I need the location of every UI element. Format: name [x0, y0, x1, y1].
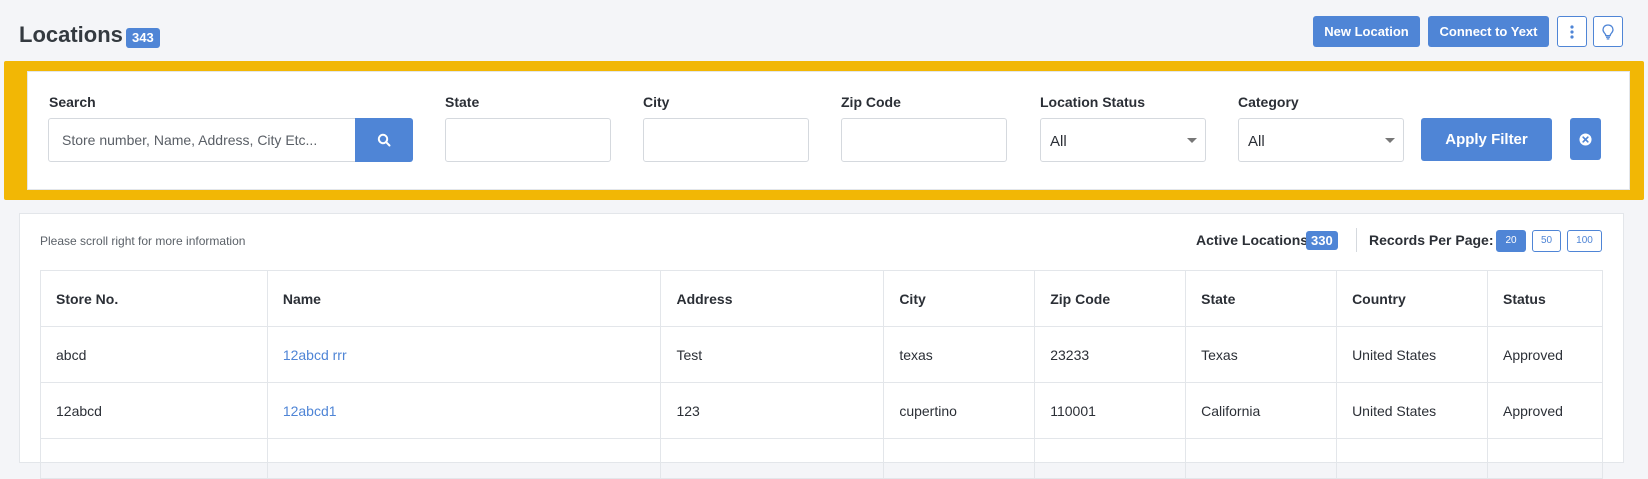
active-locations-label: Active Locations — [1196, 232, 1309, 248]
address-cell: 123 — [660, 382, 885, 439]
address-cell: Test — [660, 326, 885, 383]
connect-to-yext-button[interactable]: Connect to Yext — [1428, 16, 1549, 47]
country-cell: United States — [1336, 326, 1488, 383]
location-status-select[interactable]: All — [1040, 118, 1206, 162]
search-icon — [377, 133, 391, 147]
lightbulb-icon — [1602, 23, 1614, 40]
zip-code-label: Zip Code — [841, 94, 901, 110]
column-header-city[interactable]: City — [883, 270, 1036, 327]
table-header-row: Store No. Name Address City Zip Code Sta… — [40, 270, 1604, 327]
store-no-cell — [40, 438, 268, 479]
city-field[interactable] — [643, 118, 809, 162]
city-cell — [883, 438, 1036, 479]
page-header: Locations 343 New Location Connect to Ye… — [0, 0, 1648, 60]
search-input[interactable] — [48, 118, 356, 162]
zip-code-cell — [1034, 438, 1187, 479]
address-cell — [660, 438, 885, 479]
name-cell: 12abcd1 — [266, 382, 662, 439]
city-cell: texas — [883, 326, 1036, 383]
records-100-button[interactable]: 100 — [1567, 230, 1602, 252]
status-cell: Approved — [1486, 382, 1604, 439]
search-label: Search — [49, 94, 96, 110]
location-status-label: Location Status — [1040, 94, 1146, 110]
column-header-state[interactable]: State — [1185, 270, 1338, 327]
zip-code-cell: 110001 — [1034, 382, 1187, 439]
active-locations-badge: 330 — [1306, 231, 1338, 250]
zip-code-cell: 23233 — [1034, 326, 1187, 383]
search-button[interactable] — [355, 118, 413, 162]
column-header-zip-code[interactable]: Zip Code — [1034, 270, 1187, 327]
state-cell: Texas — [1185, 326, 1338, 383]
status-cell: Approved — [1486, 326, 1604, 383]
state-field[interactable] — [445, 118, 611, 162]
divider — [1356, 228, 1357, 252]
country-cell — [1336, 438, 1488, 479]
store-no-cell: abcd — [40, 326, 268, 383]
state-cell — [1185, 438, 1338, 479]
country-cell: United States — [1336, 382, 1488, 439]
status-cell — [1486, 438, 1604, 479]
scroll-hint: Please scroll right for more information — [40, 234, 246, 248]
records-50-button[interactable]: 50 — [1532, 230, 1561, 252]
location-status-value: All — [1050, 133, 1067, 150]
state-label: State — [445, 94, 480, 110]
table-row: abcd 12abcd rrr Test texas 23233 Texas U… — [40, 326, 1604, 383]
apply-filter-button[interactable]: Apply Filter — [1421, 118, 1552, 161]
caret-down-icon — [1187, 138, 1197, 143]
column-header-status[interactable]: Status — [1486, 270, 1604, 327]
records-per-page-label: Records Per Page: — [1369, 232, 1494, 248]
table-row: 12abcd 12abcd1 123 cupertino 110001 Cali… — [40, 382, 1604, 439]
column-header-store-no[interactable]: Store No. — [40, 270, 268, 327]
tips-button[interactable] — [1593, 16, 1623, 47]
caret-down-icon — [1385, 138, 1395, 143]
column-header-country[interactable]: Country — [1336, 270, 1488, 327]
new-location-button[interactable]: New Location — [1313, 16, 1420, 47]
records-20-button[interactable]: 20 — [1496, 230, 1526, 252]
zip-code-field[interactable] — [841, 118, 1007, 162]
table-row — [40, 438, 1604, 479]
column-header-name[interactable]: Name — [266, 270, 662, 327]
location-name-link[interactable]: 12abcd rrr — [283, 347, 347, 363]
name-cell — [266, 438, 662, 479]
name-cell: 12abcd rrr — [266, 326, 662, 383]
close-circle-icon — [1579, 132, 1592, 146]
city-cell: cupertino — [883, 382, 1036, 439]
category-select[interactable]: All — [1238, 118, 1404, 162]
category-label: Category — [1238, 94, 1299, 110]
city-label: City — [643, 94, 670, 110]
column-header-address[interactable]: Address — [660, 270, 885, 327]
store-no-cell: 12abcd — [40, 382, 268, 439]
clear-filter-button[interactable] — [1570, 118, 1601, 160]
page-title: Locations — [19, 22, 123, 47]
category-value: All — [1248, 133, 1265, 150]
locations-count-badge: 343 — [126, 28, 160, 48]
vertical-dots-icon — [1570, 24, 1574, 39]
more-options-button[interactable] — [1557, 16, 1587, 47]
state-cell: California — [1185, 382, 1338, 439]
locations-table: Store No. Name Address City Zip Code Sta… — [40, 270, 1604, 479]
location-name-link[interactable]: 12abcd1 — [283, 403, 337, 419]
